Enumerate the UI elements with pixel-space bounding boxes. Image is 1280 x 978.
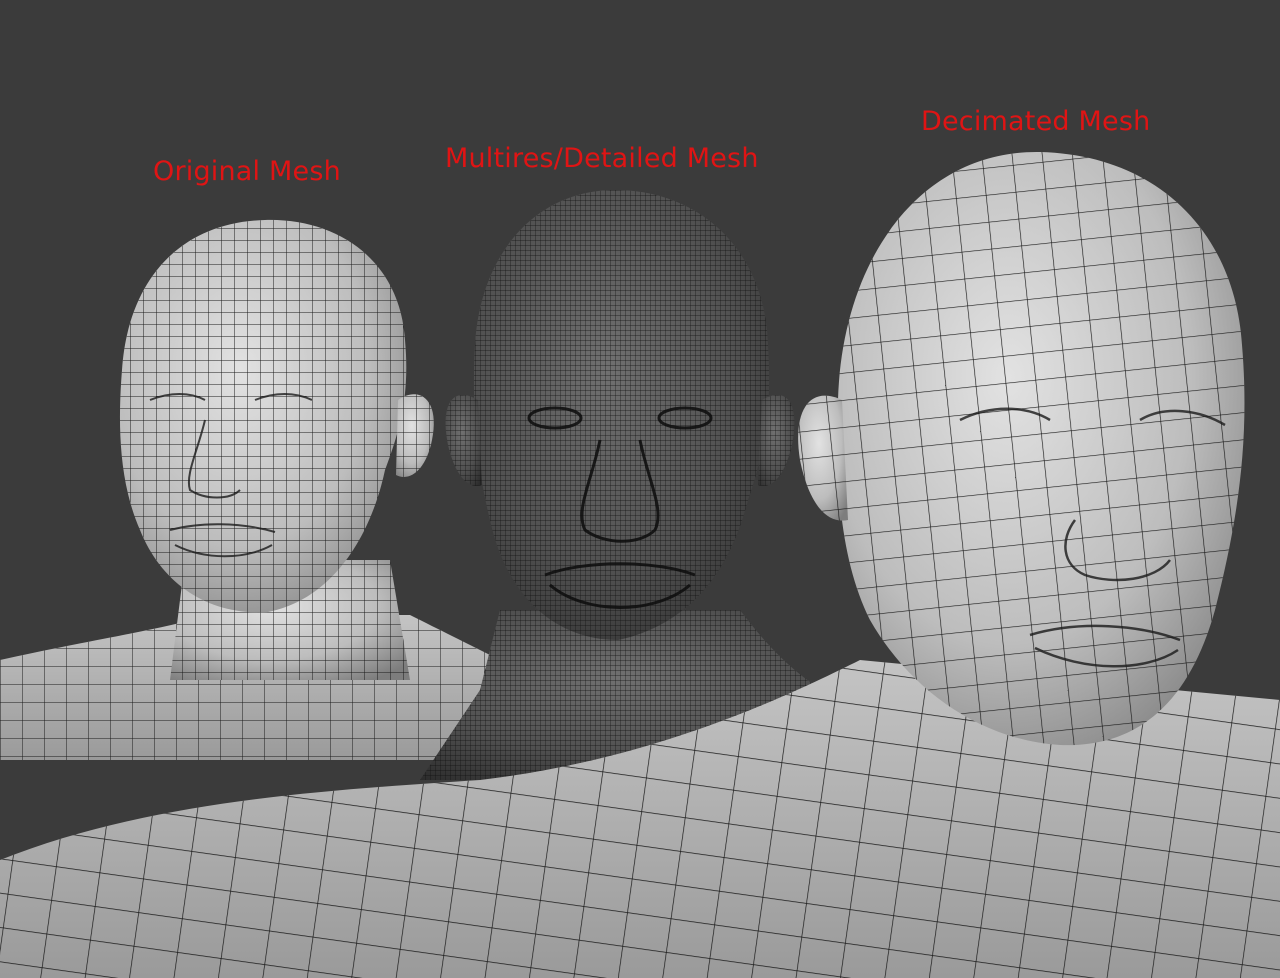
original-mesh bbox=[0, 219, 500, 760]
label-decimated-mesh: Decimated Mesh bbox=[921, 106, 1151, 137]
label-original-mesh: Original Mesh bbox=[153, 156, 341, 187]
label-multires-mesh: Multires/Detailed Mesh bbox=[445, 143, 759, 174]
